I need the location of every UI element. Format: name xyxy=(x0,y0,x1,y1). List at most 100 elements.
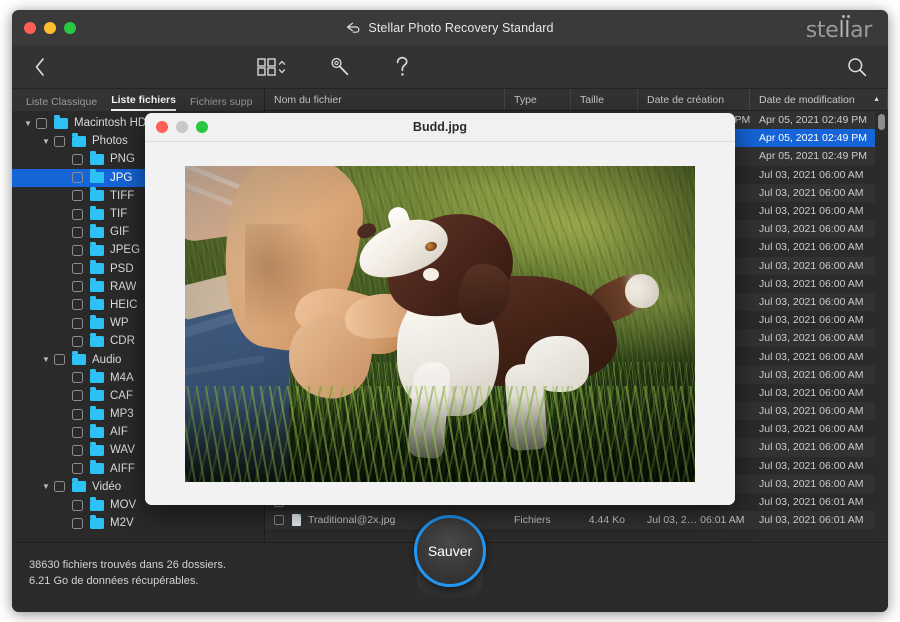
tree-checkbox[interactable] xyxy=(72,317,83,329)
tree-checkbox[interactable] xyxy=(54,481,65,493)
tree-checkbox[interactable] xyxy=(72,335,83,347)
tree-checkbox[interactable] xyxy=(72,372,83,384)
cell-modified: Jul 03, 2021 06:00 AM xyxy=(759,405,864,418)
preview-close-button[interactable] xyxy=(156,121,168,133)
file-list-scrollbar-track[interactable] xyxy=(875,111,888,542)
tree-checkbox[interactable] xyxy=(72,463,83,475)
tree-item-label: CDR xyxy=(110,335,135,348)
table-row[interactable]: Traditional@2x.jpg Fichiers 4.44 Ko Jul 03,… xyxy=(265,511,888,530)
search-button[interactable] xyxy=(846,56,868,78)
folder-icon xyxy=(90,260,104,275)
preview-minimize-button[interactable] xyxy=(176,121,188,133)
cell-modified: Jul 03, 2021 06:00 AM xyxy=(759,277,864,290)
folder-icon xyxy=(90,441,104,456)
file-list-column-header: Nom du fichier Type Taille Date de création… xyxy=(265,89,888,111)
cell-modified: Jul 03, 2021 06:00 AM xyxy=(759,350,864,363)
folder-icon xyxy=(54,114,68,129)
cell-modified: Jul 03, 2021 06:01 AM xyxy=(759,514,864,527)
file-icon xyxy=(292,514,301,527)
cell-type: Fichiers xyxy=(514,514,551,527)
folder-icon xyxy=(72,478,86,493)
wrench-icon xyxy=(331,57,349,76)
photo-vignette xyxy=(185,165,695,482)
chevron-down-icon[interactable]: ▼ xyxy=(20,119,36,128)
tree-checkbox[interactable] xyxy=(72,153,83,165)
window-traffic-lights xyxy=(24,22,76,34)
tree-item-m2v[interactable]: ▼M2V xyxy=(12,514,264,532)
tree-item-label: Audio xyxy=(92,353,122,366)
tree-checkbox[interactable] xyxy=(72,208,83,220)
column-header-type[interactable]: Type xyxy=(505,89,571,110)
tree-item-label: PNG xyxy=(110,153,135,166)
column-header-name[interactable]: Nom du fichier xyxy=(265,89,505,110)
cell-modified: Jul 03, 2021 06:00 AM xyxy=(759,186,864,199)
save-button[interactable]: Sauver xyxy=(414,515,486,587)
close-button[interactable] xyxy=(24,22,36,34)
tree-item-label: PSD xyxy=(110,262,134,275)
tree-checkbox[interactable] xyxy=(72,517,83,529)
tree-checkbox[interactable] xyxy=(72,190,83,202)
chevron-down-icon[interactable]: ▼ xyxy=(38,355,54,364)
tools-button[interactable] xyxy=(329,56,351,78)
minimize-button[interactable] xyxy=(44,22,56,34)
brand-middle: ll xyxy=(838,18,851,43)
file-list-scrollbar-thumb[interactable] xyxy=(878,114,885,130)
tree-checkbox[interactable] xyxy=(72,281,83,293)
folder-icon xyxy=(90,150,104,165)
tree-checkbox[interactable] xyxy=(54,354,65,366)
cell-modified: Jul 03, 2021 06:00 AM xyxy=(759,477,864,490)
column-header-modified[interactable]: Date de modification ▲ xyxy=(750,89,888,110)
application-window: Stellar Photo Recovery Standard stellar xyxy=(12,10,888,612)
tree-checkbox[interactable] xyxy=(54,135,65,147)
tree-item-label: M2V xyxy=(110,517,134,530)
tree-checkbox[interactable] xyxy=(72,244,83,256)
folder-icon xyxy=(90,223,104,238)
folder-icon xyxy=(90,369,104,384)
back-button[interactable] xyxy=(12,46,68,89)
status-line-size: 6.21 Go de données récupérables. xyxy=(29,575,199,587)
chevron-down-icon[interactable]: ▼ xyxy=(38,137,54,146)
zoom-button[interactable] xyxy=(64,22,76,34)
title-bar-center: Stellar Photo Recovery Standard xyxy=(12,21,888,35)
tree-item-label: M4A xyxy=(110,371,134,384)
footer: 38630 fichiers trouvés dans 26 dossiers.… xyxy=(12,515,888,612)
cell-modified: Jul 03, 2021 06:00 AM xyxy=(759,205,864,218)
folder-icon xyxy=(72,351,86,366)
folder-icon xyxy=(90,405,104,420)
sidebar-tab-1[interactable]: Liste fichiers xyxy=(111,94,176,111)
sidebar-tab-2[interactable]: Fichiers supp xyxy=(190,96,252,111)
row-checkbox[interactable] xyxy=(274,515,284,526)
tree-item-label: Vidéo xyxy=(92,480,122,493)
sidebar-tab-0[interactable]: Liste Classique xyxy=(26,96,97,111)
column-header-size[interactable]: Taille xyxy=(571,89,638,110)
toolbar-icon-group xyxy=(257,55,411,79)
chevron-down-icon[interactable]: ▼ xyxy=(38,482,54,491)
help-button[interactable] xyxy=(393,55,411,79)
tree-checkbox[interactable] xyxy=(72,263,83,275)
tree-checkbox[interactable] xyxy=(72,408,83,420)
tree-item-label: WP xyxy=(110,317,129,330)
tree-item-label: JPG xyxy=(110,171,133,184)
toolbar xyxy=(12,46,888,89)
tree-item-label: Photos xyxy=(92,135,128,148)
cell-modified: Jul 03, 2021 06:00 AM xyxy=(759,223,864,236)
tree-checkbox[interactable] xyxy=(72,499,83,511)
grid-view-icon xyxy=(257,58,286,76)
cell-modified: Jul 03, 2021 06:00 AM xyxy=(759,259,864,272)
tree-checkbox[interactable] xyxy=(72,444,83,456)
column-header-label: Taille xyxy=(580,93,604,106)
tree-checkbox[interactable] xyxy=(36,117,47,129)
preview-zoom-button[interactable] xyxy=(196,121,208,133)
tree-checkbox[interactable] xyxy=(72,172,83,184)
grid-view-button[interactable] xyxy=(257,56,287,78)
folder-icon xyxy=(90,278,104,293)
folder-icon xyxy=(90,496,104,511)
tree-checkbox[interactable] xyxy=(72,426,83,438)
tree-checkbox[interactable] xyxy=(72,390,83,402)
tree-checkbox[interactable] xyxy=(72,226,83,238)
preview-title: Budd.jpg xyxy=(412,120,468,134)
column-header-created[interactable]: Date de création xyxy=(638,89,750,110)
column-header-label: Date de création xyxy=(647,93,725,106)
tree-checkbox[interactable] xyxy=(72,299,83,311)
image-preview-window[interactable]: Budd.jpg xyxy=(145,113,735,505)
